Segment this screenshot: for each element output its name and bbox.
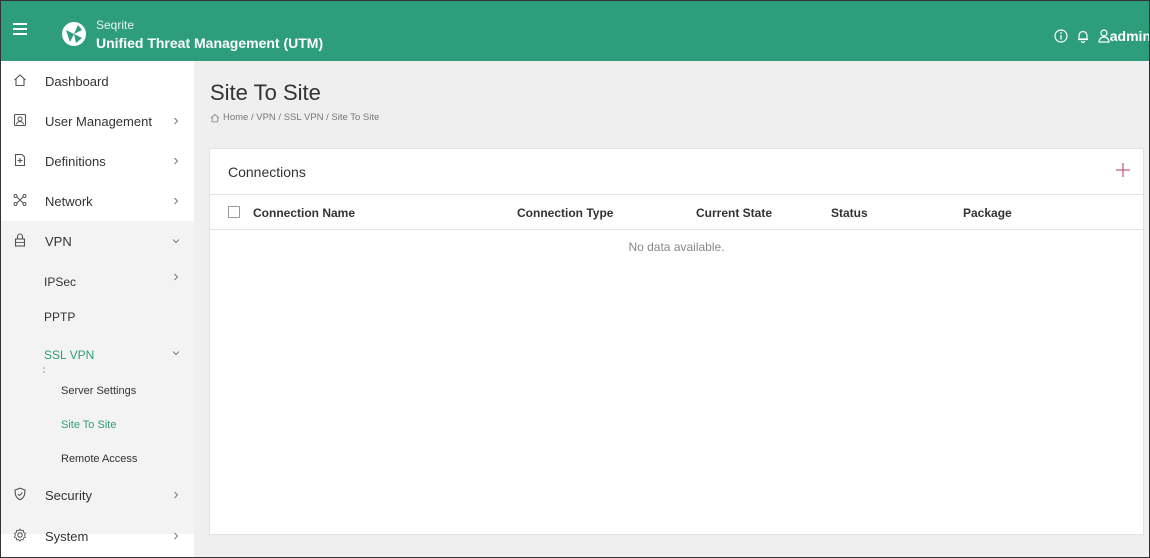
username: admin [1109,28,1150,44]
chevron-right-icon [174,532,179,540]
chevron-right-icon [174,117,179,125]
app-window: Seqrite Unified Threat Management (UTM) … [0,0,1150,558]
breadcrumb: Home / VPN / SSL VPN / Site To Site [210,112,379,123]
sidebar-subitem-sslvpn[interactable]: SSL VPN [1,337,194,373]
network-icon [13,194,27,206]
user-icon [1098,29,1110,43]
empty-state-message: No data available. [628,240,725,254]
connections-card: Connections Connection Name Connection T… [209,148,1144,535]
sidebar-item-label: Dashboard [45,73,109,89]
sidebar: Dashboard User Management Definitions Ne… [1,61,194,557]
column-header-connection-name[interactable]: Connection Name [253,206,355,220]
sidebar-subitem-pptp[interactable]: PPTP [1,301,194,337]
sidebar-subitem-label: Site To Site [61,419,117,431]
chevron-right-icon [174,157,179,165]
column-header-connection-type[interactable]: Connection Type [517,206,613,220]
sidebar-item-label: Security [45,487,92,503]
definitions-icon [14,153,26,167]
sidebar-item-definitions[interactable]: Definitions [1,141,194,181]
breadcrumb-path: Home / VPN / SSL VPN / Site To Site [223,112,380,123]
chevron-right-icon [174,197,179,205]
column-header-status[interactable]: Status [831,206,868,220]
chevron-right-icon [174,273,179,281]
sidebar-item-label: User Management [45,113,152,129]
home-icon[interactable] [210,113,220,123]
table-header: Connection Name Connection Type Current … [210,194,1143,230]
column-header-package[interactable]: Package [963,206,1012,220]
sidebar-subitem-label: Remote Access [61,453,138,465]
sidebar-item-user-management[interactable]: User Management [1,101,194,141]
sidebar-subitem-label: IPSec [44,275,77,289]
user-card-icon [13,113,27,127]
sidebar-item-system[interactable]: System [1,516,194,556]
top-header: Seqrite Unified Threat Management (UTM) … [1,1,1150,61]
bell-icon[interactable] [1076,29,1090,43]
sidebar-item-label: Network [45,193,93,209]
column-header-current-state[interactable]: Current State [696,206,772,220]
seqrite-logo-icon [62,22,86,46]
brand-name: Seqrite [96,18,135,32]
sidebar-item-label: VPN [45,233,72,249]
card-title: Connections [228,164,306,180]
sidebar-subitem-site-to-site[interactable]: Site To Site [1,409,194,443]
page-title: Site To Site [210,80,321,105]
sidebar-subitem-label: SSL VPN [44,348,95,362]
info-icon[interactable] [1054,29,1068,43]
home-icon [14,74,26,87]
hamburger-menu-icon[interactable] [13,23,27,35]
lock-icon [14,233,26,247]
sidebar-item-security[interactable]: Security [1,475,194,515]
select-all-checkbox[interactable] [228,206,240,218]
sidebar-subitem-label: Server Settings [61,385,137,397]
sidebar-item-label: Definitions [45,153,106,169]
sidebar-item-dashboard[interactable]: Dashboard [1,61,194,101]
sidebar-item-label: System [45,528,89,544]
sidebar-item-vpn[interactable]: VPN [1,221,194,261]
header-actions: admin [1054,27,1150,45]
sidebar-subitem-remote-access[interactable]: Remote Access [1,443,194,477]
chevron-down-icon [172,239,180,244]
product-title: Unified Threat Management (UTM) [96,35,324,51]
sidebar-item-network[interactable]: Network [1,181,194,221]
chevron-right-icon [174,491,179,499]
sidebar-subitem-ipsec[interactable]: IPSec [1,261,194,301]
add-icon[interactable] [1114,161,1132,179]
chevron-down-icon [172,351,180,356]
user-menu[interactable]: admin [1098,28,1150,44]
sidebar-subitem-server-settings[interactable]: Server Settings [1,375,194,409]
shield-icon [14,487,26,501]
sidebar-subitem-label: PPTP [44,310,76,324]
gear-icon [13,528,27,542]
